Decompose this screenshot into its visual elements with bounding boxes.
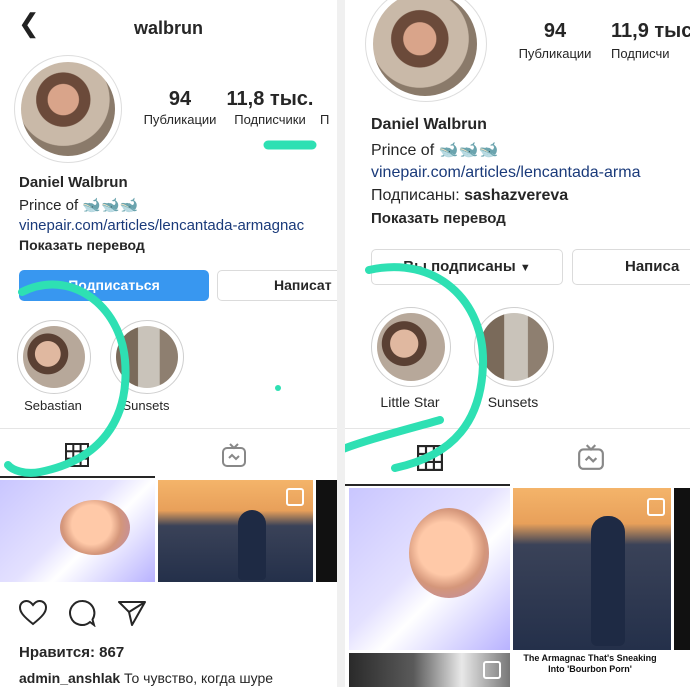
caption-text: То чувство, когда шурe bbox=[124, 670, 274, 686]
followed-by: Подписаны: sashazvereva bbox=[371, 187, 568, 205]
post-tile-dark[interactable] bbox=[674, 488, 690, 650]
highlight-sunsets[interactable] bbox=[474, 307, 554, 387]
carousel-icon bbox=[286, 488, 304, 506]
profile-tab-bar bbox=[345, 428, 690, 487]
post-tile-baby[interactable] bbox=[349, 488, 510, 650]
profile-link[interactable]: vinepair.com/articles/lencantada-arma bbox=[371, 164, 640, 182]
active-tab-indicator bbox=[345, 484, 510, 486]
message-button[interactable]: Написат bbox=[217, 270, 337, 301]
post-tile-baby[interactable] bbox=[0, 480, 155, 582]
show-translation[interactable]: Показать перевод bbox=[371, 210, 506, 227]
igtv-icon[interactable] bbox=[221, 442, 247, 468]
posts-label: Публикации bbox=[518, 46, 592, 61]
posts-count: 94 bbox=[543, 20, 567, 42]
followers-label[interactable]: Подписчи bbox=[611, 46, 690, 61]
profile-username: walbrun bbox=[133, 18, 203, 38]
posts-count: 94 bbox=[168, 88, 192, 110]
message-button[interactable]: Написа bbox=[572, 249, 690, 285]
active-tab-indicator bbox=[0, 476, 155, 478]
like-heart-icon[interactable] bbox=[19, 600, 47, 626]
whale-icons: 🐋🐋🐋 bbox=[82, 197, 139, 214]
show-translation[interactable]: Показать перевод bbox=[19, 237, 145, 253]
following-label[interactable]: П bbox=[320, 112, 337, 127]
right-screenshot: 94 Публикации 11,9 тыс Подписчи Daniel W… bbox=[345, 0, 690, 687]
post-tile-article[interactable]: The Armagnac That's Sneaking Into 'Bourb… bbox=[513, 653, 671, 687]
profile-bio: Prince of 🐋🐋🐋 bbox=[371, 140, 498, 160]
profile-link[interactable]: vinepair.com/articles/lencantada-armagna… bbox=[19, 217, 304, 234]
divider bbox=[337, 0, 345, 687]
profile-avatar[interactable] bbox=[14, 55, 122, 163]
highlight-label: Sunsets bbox=[487, 394, 539, 410]
followed-by-label: Подписаны: bbox=[371, 187, 465, 204]
followers-count[interactable]: 11,9 тыс bbox=[611, 20, 690, 43]
left-screenshot: ❮ walbrun 94 Публикации 11,8 тыс. Подпис… bbox=[0, 0, 337, 687]
post-tile-sunset[interactable] bbox=[513, 488, 671, 650]
posts-label: Публикации bbox=[143, 112, 217, 127]
profile-name: Daniel Walbrun bbox=[371, 116, 487, 133]
highlight-label: Sunsets bbox=[122, 398, 170, 413]
followers-count[interactable]: 11,8 тыс. bbox=[225, 88, 315, 111]
followed-by-user[interactable]: sashazvereva bbox=[464, 187, 568, 204]
highlight-label: Little Star bbox=[380, 394, 440, 410]
profile-avatar[interactable] bbox=[365, 0, 487, 102]
article-title: The Armagnac That's Sneaking Into 'Bourb… bbox=[523, 653, 657, 674]
follow-button[interactable]: Подписаться bbox=[19, 270, 209, 301]
bio-text: Prince of bbox=[371, 142, 435, 159]
caption-username[interactable]: admin_anshlak bbox=[19, 670, 120, 686]
post-caption: admin_anshlak То чувство, когда шурe bbox=[19, 670, 273, 686]
carousel-icon bbox=[483, 661, 501, 679]
highlight-little-star[interactable] bbox=[371, 307, 451, 387]
carousel-icon bbox=[647, 498, 665, 516]
whale-icons: 🐋🐋🐋 bbox=[438, 142, 499, 159]
comment-icon[interactable] bbox=[68, 599, 96, 627]
chevron-down-icon: ▼ bbox=[519, 262, 531, 274]
highlight-label: Sebastian bbox=[24, 398, 82, 413]
igtv-icon[interactable] bbox=[577, 443, 605, 471]
followers-label[interactable]: Подписчики bbox=[225, 112, 315, 127]
grid-icon[interactable] bbox=[417, 445, 443, 471]
bio-text: Prince of bbox=[19, 197, 79, 214]
profile-name: Daniel Walbrun bbox=[19, 174, 128, 191]
share-icon[interactable] bbox=[118, 600, 146, 626]
post-tile-sunset[interactable] bbox=[158, 480, 313, 582]
following-label: Вы подписаны bbox=[403, 258, 516, 275]
grid-icon[interactable] bbox=[65, 443, 89, 467]
profile-bio: Prince of 🐋🐋🐋 bbox=[19, 196, 138, 214]
post-tile-dark[interactable] bbox=[316, 480, 337, 582]
post-tile-bar[interactable] bbox=[349, 653, 510, 687]
highlight-sebastian[interactable] bbox=[17, 320, 91, 394]
highlight-sunsets[interactable] bbox=[110, 320, 184, 394]
likes-count: Нравится: 867 bbox=[19, 644, 125, 661]
profile-tab-bar bbox=[0, 428, 337, 479]
following-button[interactable]: Вы подписаны ▼ bbox=[371, 249, 563, 285]
